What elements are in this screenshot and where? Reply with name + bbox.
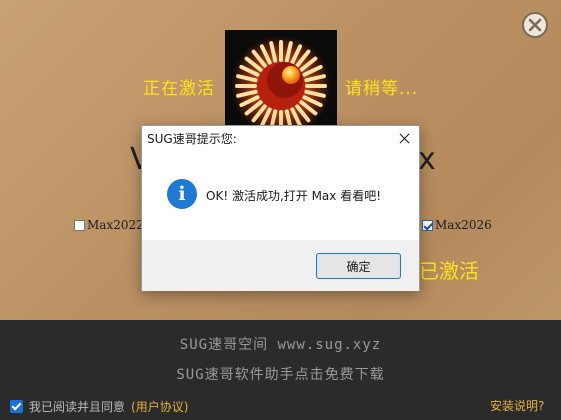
close-icon xyxy=(399,133,409,143)
ok-button[interactable]: 确定 xyxy=(316,253,401,279)
footer-site-line[interactable]: SUG速哥空间 www.sug.xyz xyxy=(0,334,561,354)
user-agreement-link[interactable]: (用户协议) xyxy=(131,398,188,415)
activated-status-text: 已激活 xyxy=(419,259,479,283)
dialog-message: OK! 激活成功,打开 Max 看看吧! xyxy=(206,189,382,203)
window-close-button[interactable] xyxy=(522,12,548,38)
dialog-title: SUG速哥提示您: xyxy=(147,132,237,146)
checkbox-icon[interactable] xyxy=(74,219,85,231)
version-label: Max2026 xyxy=(435,218,492,232)
message-dialog: SUG速哥提示您: i OK! 激活成功,打开 Max 看看吧! 确定 xyxy=(141,125,420,291)
background-title-right: x xyxy=(418,142,436,177)
version-option-max2022[interactable]: Max2022 xyxy=(74,218,144,232)
footer-download-line[interactable]: SUG速哥软件助手点击免费下载 xyxy=(0,364,561,384)
close-icon xyxy=(528,18,542,32)
status-wait-text: 请稍等... xyxy=(345,79,419,99)
activation-window: 正在激活 请稍等... V x Max2022 Max2026 已激活 SUG速… xyxy=(0,0,561,420)
status-activating-text: 正在激活 xyxy=(143,79,215,99)
checkbox-checked-icon[interactable] xyxy=(422,219,433,231)
install-help-link[interactable]: 安装说明? xyxy=(490,397,544,414)
agree-text: 我已阅读并且同意 xyxy=(29,400,126,414)
info-icon: i xyxy=(167,179,197,209)
agreement-row[interactable]: 我已阅读并且同意 (用户协议) xyxy=(10,398,188,415)
dialog-close-button[interactable] xyxy=(395,129,413,147)
version-label: Max2022 xyxy=(87,218,144,232)
version-option-max2026[interactable]: Max2026 xyxy=(422,218,492,232)
agree-checkbox[interactable] xyxy=(10,400,23,413)
